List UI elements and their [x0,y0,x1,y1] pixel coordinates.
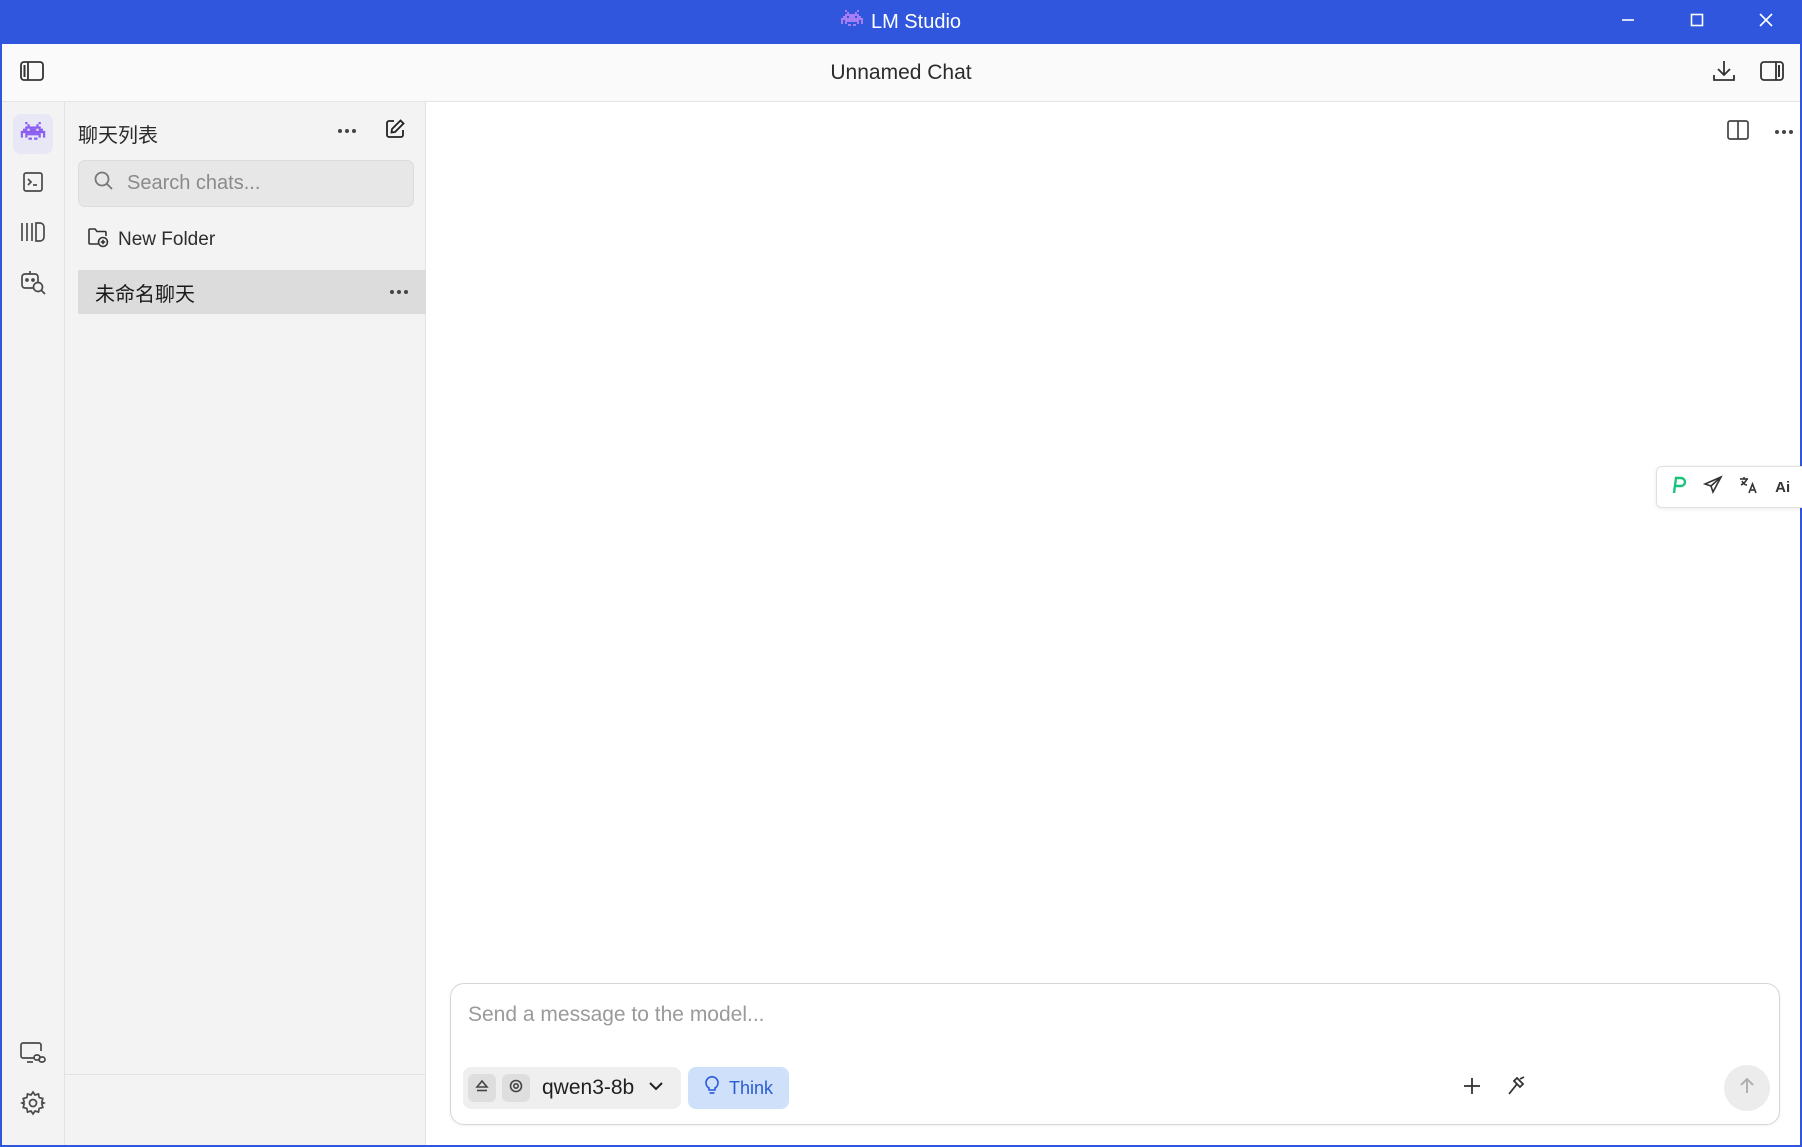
search-icon [93,170,115,198]
lm-studio-invader-icon [840,10,863,34]
title-wrap: LM Studio [840,10,962,34]
send-plane-icon [1702,475,1723,499]
maximize-icon [1689,12,1705,33]
search-placeholder: Search chats... [127,172,261,194]
chat-main-area: Ai Send a message to the model... qwen3-… [426,102,1802,1145]
floating-toolbar-ai-button[interactable]: Ai [1769,473,1797,501]
toggle-right-panel-icon [1759,59,1785,88]
chat-list-footer-divider [65,1074,425,1075]
more-horizontal-icon [390,290,408,294]
toggle-right-panel-button[interactable] [1756,57,1788,89]
chevron-down-icon [648,1079,664,1097]
title-bar: LM Studio [2,0,1800,44]
rail-item-chat[interactable] [13,114,53,154]
navigation-rail [2,102,65,1145]
chat-list-more-button[interactable] [332,116,362,146]
ai-label: Ai [1775,478,1791,496]
new-folder-button[interactable]: New Folder [87,226,215,254]
model-selector[interactable]: qwen3-8b [463,1067,681,1109]
floating-toolbar-send-button[interactable] [1699,473,1727,501]
message-composer: Send a message to the model... qwen3-8b [450,983,1780,1125]
search-chats-field[interactable]: Search chats... [78,160,414,207]
toggle-sidebar-icon [19,59,45,88]
new-chat-button[interactable] [380,116,410,146]
plus-icon [1461,1075,1483,1102]
toggle-sidebar-button[interactable] [16,57,48,89]
lightbulb-icon [704,1075,720,1101]
app-title: LM Studio [870,10,962,33]
think-label: Think [728,1077,773,1098]
close-button[interactable] [1731,0,1800,44]
chat-list-sidebar: 聊天列表 Search chats... New Folder 未命名聊天 [65,102,426,1145]
arrow-up-icon [1737,1076,1757,1101]
close-icon [1758,12,1774,33]
p-logo-icon [1668,475,1688,499]
device-link-icon [19,1040,47,1071]
chat-list-title: 聊天列表 [78,125,158,147]
chat-title[interactable]: Unnamed Chat [830,61,971,85]
invader-chat-icon [20,121,46,147]
chat-item-more-button[interactable] [384,277,414,307]
rail-item-my-models[interactable] [13,214,53,254]
chat-item-title: 未命名聊天 [95,283,195,306]
chat-options-button[interactable] [1768,116,1800,148]
window-controls [1593,0,1800,44]
send-button[interactable] [1724,1065,1770,1111]
maximize-button[interactable] [1662,0,1731,44]
tools-button[interactable] [1501,1072,1533,1104]
floating-toolbar-p-button[interactable] [1664,473,1692,501]
eject-icon [474,1078,490,1099]
more-horizontal-icon [1775,130,1793,134]
gear-icon [19,1089,47,1121]
app-window: LM Studio Unnamed Chat 聊天列表 Search chats… [2,0,1802,1145]
model-name: qwen3-8b [542,1076,635,1099]
more-horizontal-icon [338,129,356,133]
rail-item-developer[interactable] [13,164,53,204]
folder-plus-icon [87,226,109,254]
new-folder-label: New Folder [118,229,216,250]
chat-list-item[interactable]: 未命名聊天 [78,270,426,314]
floating-toolbar-translate-button[interactable] [1734,473,1762,501]
chat-header: Unnamed Chat [2,44,1800,102]
split-view-icon [1726,119,1750,146]
gear-icon [508,1078,524,1099]
attach-button[interactable] [1456,1072,1488,1104]
download-icon [1711,58,1737,89]
library-icon [19,220,47,249]
terminal-icon [21,170,45,199]
download-button[interactable] [1708,57,1740,89]
edit-icon [383,117,407,146]
minimize-icon [1620,12,1636,33]
minimize-button[interactable] [1593,0,1662,44]
translate-icon [1738,475,1758,499]
eject-model-button[interactable] [468,1074,496,1102]
split-view-button[interactable] [1722,116,1754,148]
model-settings-button[interactable] [502,1074,530,1102]
floating-toolbar: Ai [1656,466,1802,508]
think-toggle-button[interactable]: Think [688,1067,789,1109]
rail-item-discover[interactable] [13,264,53,304]
rail-item-link-device[interactable] [13,1035,53,1075]
hammer-icon [1505,1074,1529,1103]
robot-search-icon [19,268,47,301]
message-input[interactable]: Send a message to the model... [468,1003,765,1027]
rail-item-settings[interactable] [13,1085,53,1125]
